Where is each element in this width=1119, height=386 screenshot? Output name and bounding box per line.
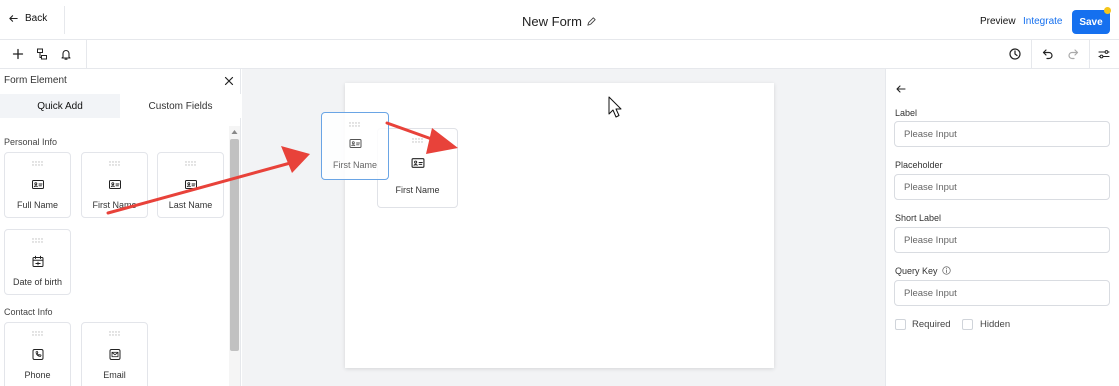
element-card-label: Email	[103, 370, 126, 380]
element-card-label: Date of birth	[12, 277, 63, 287]
notification-dot	[1104, 7, 1111, 14]
panel-header: Form Element	[0, 69, 241, 93]
element-card-full-name[interactable]: Full Name	[4, 152, 71, 218]
element-card-label: Last Name	[168, 200, 213, 210]
element-card-phone[interactable]: Phone	[4, 322, 71, 386]
section-label-personal-info: Personal Info	[4, 137, 58, 147]
close-icon[interactable]	[223, 75, 235, 87]
drag-handle-icon	[31, 161, 43, 166]
required-checkbox[interactable]	[895, 319, 906, 330]
dragging-field-label: First Name	[332, 160, 377, 170]
form-title-container: New Form	[0, 14, 1119, 29]
preview-link[interactable]: Preview	[980, 16, 1016, 27]
info-icon[interactable]	[942, 266, 951, 275]
plus-icon[interactable]	[11, 47, 25, 61]
form-title[interactable]: New Form	[522, 14, 582, 29]
field-label-placeholder: Placeholder	[895, 160, 943, 170]
drag-handle-icon	[31, 331, 43, 336]
arrow-left-icon[interactable]	[895, 83, 907, 95]
field-label-label: Label	[895, 108, 918, 118]
element-card-date-of-birth[interactable]: Date of birth	[4, 229, 71, 295]
drag-handle-icon	[184, 161, 196, 166]
settings-sliders-icon[interactable]	[1097, 47, 1111, 61]
arrow-left-icon	[9, 15, 18, 22]
redo-icon[interactable]	[1066, 47, 1080, 61]
field-label-query-key-wrap: Query Key	[895, 266, 951, 276]
required-checkbox-label[interactable]: Required	[912, 319, 951, 330]
drag-handle-icon	[349, 122, 360, 127]
panel-title: Form Element	[4, 75, 67, 86]
history-icon[interactable]	[1008, 47, 1022, 61]
element-card-label: Phone	[24, 370, 51, 380]
divider	[1031, 40, 1032, 69]
drag-handle-icon	[412, 138, 423, 143]
back-label: Back	[25, 13, 48, 24]
hidden-checkbox[interactable]	[962, 319, 973, 330]
id-card-icon	[411, 158, 425, 168]
form-field-label: First Name	[395, 185, 440, 195]
id-card-icon	[108, 180, 121, 189]
field-label-short-label: Short Label	[895, 213, 942, 223]
scrollbar-thumb[interactable]	[230, 139, 239, 351]
element-card-last-name[interactable]: Last Name	[157, 152, 224, 218]
form-page[interactable]	[345, 83, 774, 368]
bell-icon[interactable]	[59, 47, 73, 61]
pencil-icon[interactable]	[586, 16, 597, 27]
label-input[interactable]	[894, 121, 1110, 147]
layout-icon[interactable]	[35, 47, 49, 61]
element-card-label: First Name	[92, 200, 137, 210]
divider	[1089, 40, 1090, 69]
hidden-checkbox-label[interactable]: Hidden	[980, 319, 1010, 330]
back-button[interactable]: Back	[8, 13, 47, 24]
id-card-icon	[31, 180, 44, 189]
undo-icon[interactable]	[1041, 47, 1055, 61]
drag-handle-icon	[31, 238, 43, 243]
email-icon	[109, 349, 120, 360]
toolbar	[0, 40, 1119, 69]
calendar-icon	[32, 255, 43, 267]
drag-handle-icon	[108, 331, 120, 336]
element-card-first-name[interactable]: First Name	[81, 152, 148, 218]
id-card-icon	[349, 139, 362, 148]
section-label-contact-info: Contact Info	[4, 307, 53, 317]
query-key-input[interactable]	[894, 280, 1110, 306]
dragging-field-first-name[interactable]: First Name	[321, 112, 389, 180]
phone-icon	[32, 349, 43, 360]
scroll-up-arrow-icon[interactable]	[231, 129, 238, 135]
field-label-query-key: Query Key	[895, 266, 938, 276]
short-label-input[interactable]	[894, 227, 1110, 253]
element-card-label: Full Name	[16, 200, 58, 210]
save-button[interactable]: Save	[1072, 10, 1110, 34]
divider	[64, 6, 65, 34]
element-card-email[interactable]: Email	[81, 322, 148, 386]
placeholder-input[interactable]	[894, 174, 1110, 200]
id-card-icon	[184, 180, 197, 189]
drag-handle-icon	[108, 161, 120, 166]
tab-custom-fields[interactable]: Custom Fields	[120, 94, 241, 118]
top-bar: Back New Form Preview Integrate Save	[0, 0, 1119, 40]
panel-tabs: Quick Add Custom Fields	[0, 94, 241, 118]
form-field-first-name[interactable]: First Name	[377, 128, 458, 208]
tab-quick-add[interactable]: Quick Add	[0, 94, 120, 118]
integrate-link[interactable]: Integrate	[1023, 16, 1062, 27]
divider	[86, 40, 87, 69]
